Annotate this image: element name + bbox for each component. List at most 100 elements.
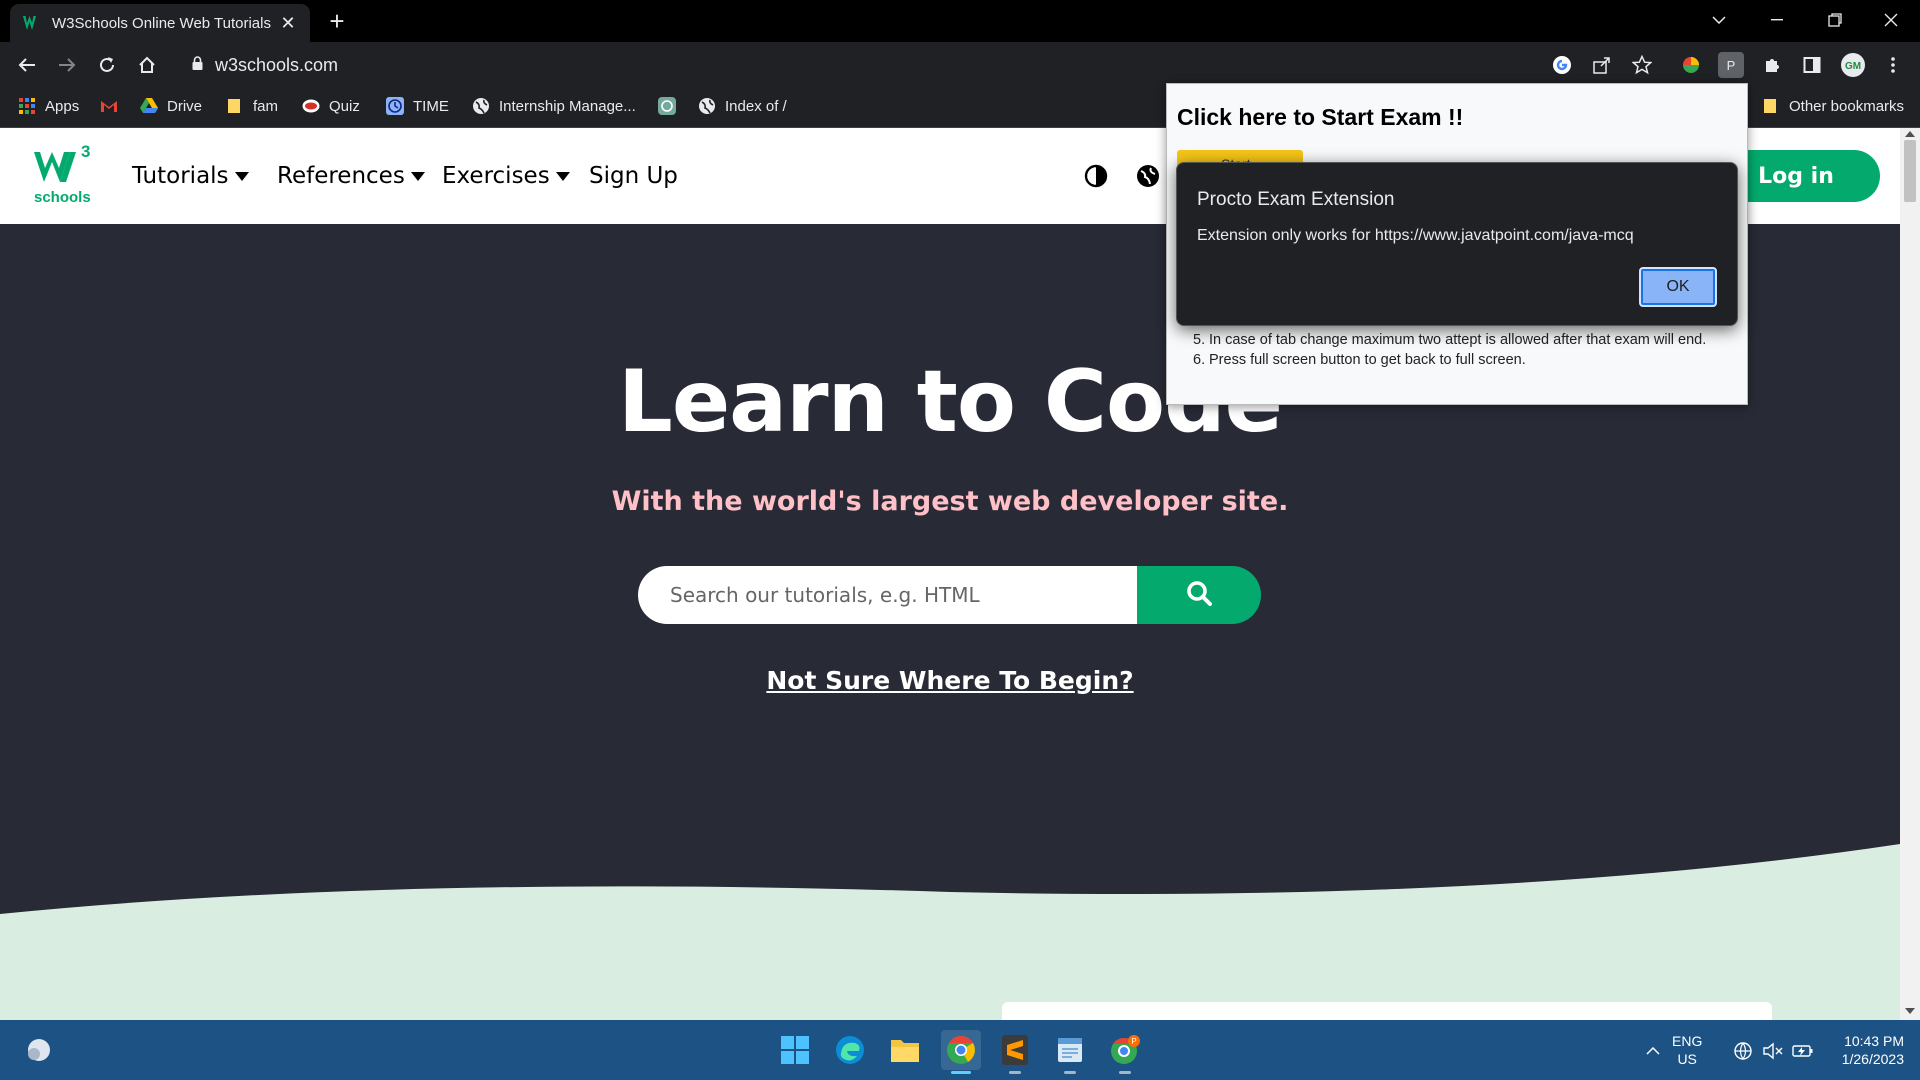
bookmark-label: Quiz [329,97,360,115]
bookmark-label: TIME [413,97,449,115]
bookmark-gmail[interactable] [100,88,127,124]
bookmark-label: fam [253,97,279,115]
restore-icon[interactable] [1806,0,1864,40]
globe-icon [472,97,490,115]
google-drive-icon [140,97,158,115]
language-code: ENG [1672,1033,1703,1049]
url-text: w3schools.com [215,54,339,75]
svg-text:GM: GM [1845,61,1861,72]
globe-language-icon[interactable] [1136,158,1160,194]
close-tab-icon[interactable]: ✕ [278,13,298,34]
file-explorer-icon[interactable] [885,1030,925,1070]
bookmark-apps[interactable]: Apps [18,88,79,124]
new-tab-icon[interactable]: + [322,6,352,36]
nav-sign-up[interactable]: Sign Up [589,158,678,194]
bookmark-quiz[interactable]: Quiz [302,88,360,124]
scrollbar-thumb[interactable] [1904,140,1916,202]
bookmark-chatgpt[interactable] [658,88,685,124]
language-indicator[interactable]: ENG US [1672,1032,1702,1068]
system-clock[interactable]: 10:43 PM 1/26/2023 [1828,1032,1904,1068]
not-sure-link-text[interactable]: Not Sure Where To Begin? [766,666,1133,695]
nav-exercises[interactable]: Exercises [442,158,570,194]
close-window-icon[interactable] [1862,0,1920,40]
bookmark-label: Drive [167,97,203,115]
scroll-down-icon[interactable] [1905,1008,1915,1014]
keyboard-region: US [1677,1051,1697,1067]
extension-color-icon[interactable] [1678,52,1704,78]
clock-time: 10:43 PM [1844,1033,1904,1049]
home-icon[interactable] [132,50,162,80]
search-input[interactable] [638,566,1138,624]
ok-button[interactable]: OK [1639,267,1717,307]
bookmark-index[interactable]: Index of / [698,88,787,124]
network-icon[interactable] [1732,1040,1754,1062]
tab-search-chevron-icon[interactable] [1690,0,1748,40]
nav-tutorials[interactable]: Tutorials [132,158,249,194]
chrome-menu-icon[interactable] [1880,52,1906,78]
extensions-puzzle-icon[interactable] [1759,52,1785,78]
windows-taskbar: P ENG US 10:43 PM 1/26/2023 [0,1020,1920,1080]
globe-icon [698,97,716,115]
bookmark-label: Other bookmarks [1789,97,1905,115]
address-bar[interactable]: w3schools.com [176,48,1576,82]
side-panel-icon[interactable] [1799,52,1825,78]
tab-title: W3Schools Online Web Tutorials [52,14,271,32]
bookmark-time[interactable]: TIME [386,88,449,124]
dark-mode-icon[interactable] [1084,158,1108,194]
notepad-app-icon[interactable] [1050,1030,1090,1074]
profile-avatar-icon[interactable]: GM [1840,52,1866,78]
search-bar [638,566,1261,624]
search-button[interactable] [1137,566,1261,624]
minimize-icon[interactable] [1748,0,1806,40]
alert-dialog: Procto Exam Extension Extension only wor… [1176,162,1738,326]
share-icon[interactable] [1589,52,1615,78]
alert-title: Procto Exam Extension [1197,189,1395,210]
sublime-text-icon[interactable] [995,1030,1035,1074]
weather-widget-icon[interactable] [20,1030,60,1070]
procto-extension-icon[interactable]: P [1718,52,1744,78]
bookmark-other[interactable]: Other bookmarks [1762,88,1904,124]
bookmark-label: Index of / [725,97,787,115]
scroll-up-icon[interactable] [1905,131,1915,137]
not-sure-link[interactable]: Not Sure Where To Begin? [0,666,1900,695]
browser-tab[interactable]: W3Schools Online Web Tutorials ✕ [10,4,310,42]
alert-message: Extension only works for https://www.jav… [1197,227,1634,244]
exam-rules-list: 5. In case of tab change maximum two att… [1193,330,1729,370]
rule-number: 6. [1193,352,1206,368]
battery-charging-icon[interactable] [1792,1040,1814,1062]
edge-browser-icon[interactable] [830,1030,870,1070]
page-scrollbar[interactable] [1900,128,1920,1020]
start-menu-icon[interactable] [775,1030,815,1070]
folder-icon [1762,97,1780,115]
running-indicator [1119,1071,1131,1074]
hero-subtitle: With the world's largest web developer s… [611,486,1289,517]
forward-icon[interactable] [52,50,82,80]
volume-muted-icon[interactable] [1762,1040,1784,1062]
bookmark-fam[interactable]: fam [226,88,278,124]
popup-title: Click here to Start Exam !! [1177,104,1464,130]
chrome-taskbar-icon[interactable] [941,1030,981,1074]
svg-text:P: P [1131,1037,1136,1046]
running-indicator [1064,1071,1076,1074]
apps-grid-icon [18,97,36,115]
caret-down-icon [410,171,425,181]
browser-tab-strip: W3Schools Online Web Tutorials ✕ + [0,0,1920,42]
w3schools-logo[interactable]: 3 schools [32,142,94,208]
bookmark-internship[interactable]: Internship Manage... [472,88,636,124]
bookmark-star-icon[interactable] [1629,52,1655,78]
lock-icon [192,55,203,75]
bookmark-drive[interactable]: Drive [140,88,202,124]
chrome-profile-taskbar-icon[interactable]: P [1105,1030,1145,1074]
browser-toolbar: w3schools.com P GM [0,42,1920,88]
rule-number: 5. [1193,332,1206,348]
reload-icon[interactable] [92,50,122,80]
google-lens-icon[interactable] [1549,52,1575,78]
bookmark-label: Internship Manage... [499,97,636,115]
openai-icon [658,97,676,115]
back-icon[interactable] [12,50,42,80]
nav-references[interactable]: References [277,158,425,194]
show-hidden-icons-chevron-icon[interactable] [1642,1040,1664,1062]
caret-down-icon [234,171,249,181]
search-icon [1186,580,1212,611]
content-card-edge [1002,1002,1772,1020]
